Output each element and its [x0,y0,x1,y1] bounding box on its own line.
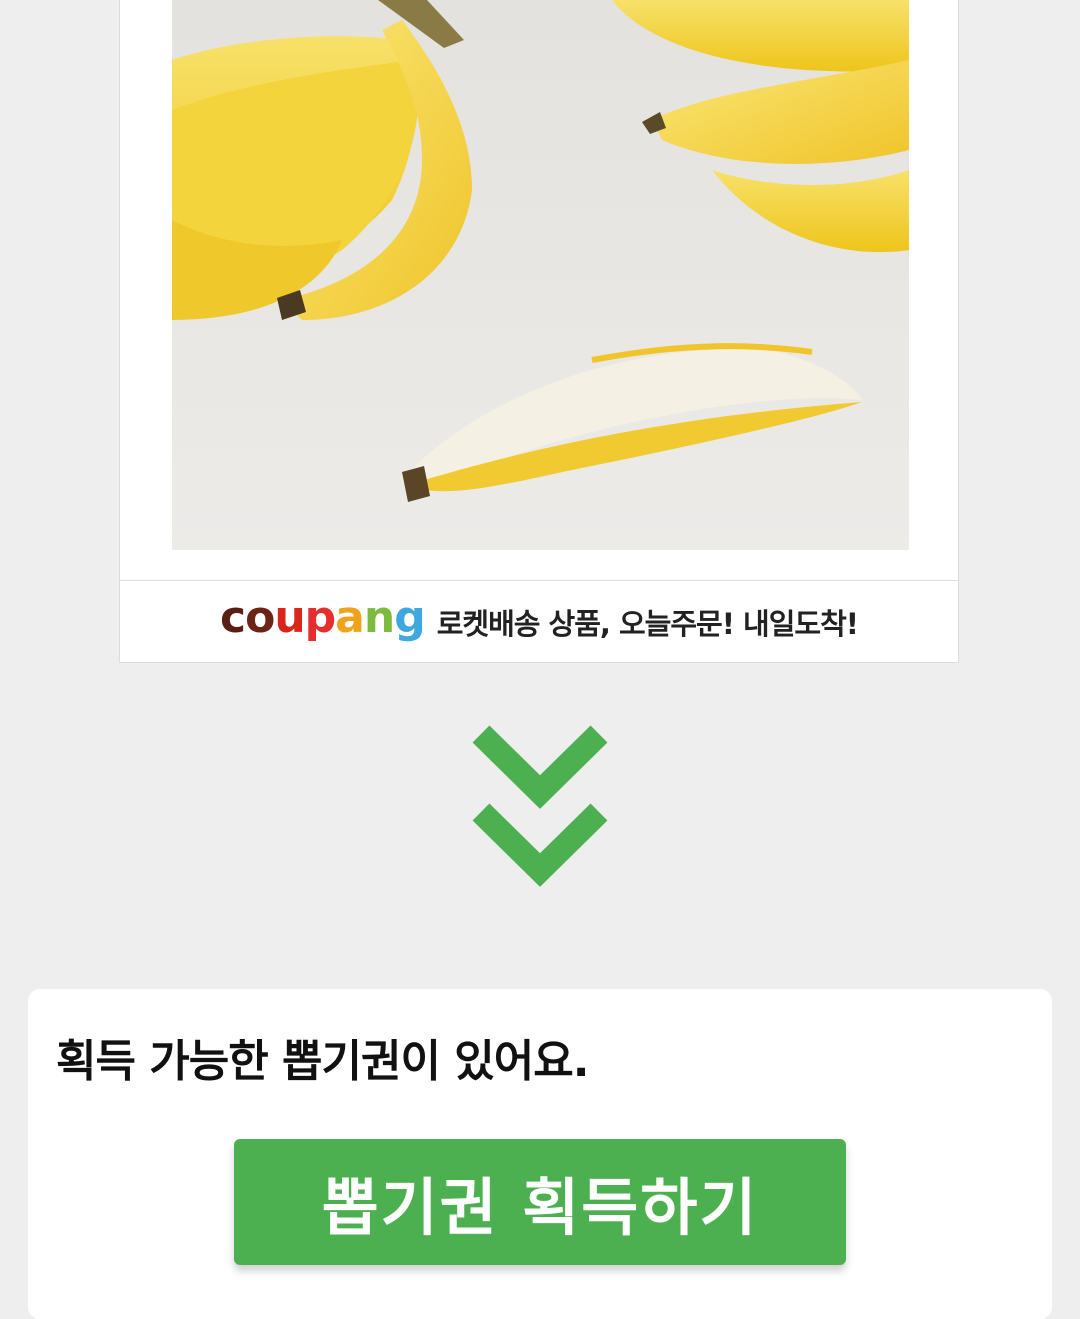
banana-illustration [172,0,909,550]
promo-text: 로켓배송 상품, 오늘주문! 내일도착! [436,607,859,641]
promo-line: coupang 로켓배송 상품, 오늘주문! 내일도착! [120,581,958,663]
coupang-logo: coupang [220,592,426,643]
ticket-panel: 획득 가능한 뽑기권이 있어요. 뽑기권 획득하기 [28,989,1052,1319]
double-chevron-down-icon [472,725,608,887]
get-ticket-button[interactable]: 뽑기권 획득하기 [234,1139,846,1265]
product-card[interactable]: coupang 로켓배송 상품, 오늘주문! 내일도착! [119,0,959,663]
product-image[interactable] [172,0,909,550]
ticket-message: 획득 가능한 뽑기권이 있어요. [56,1036,589,1087]
